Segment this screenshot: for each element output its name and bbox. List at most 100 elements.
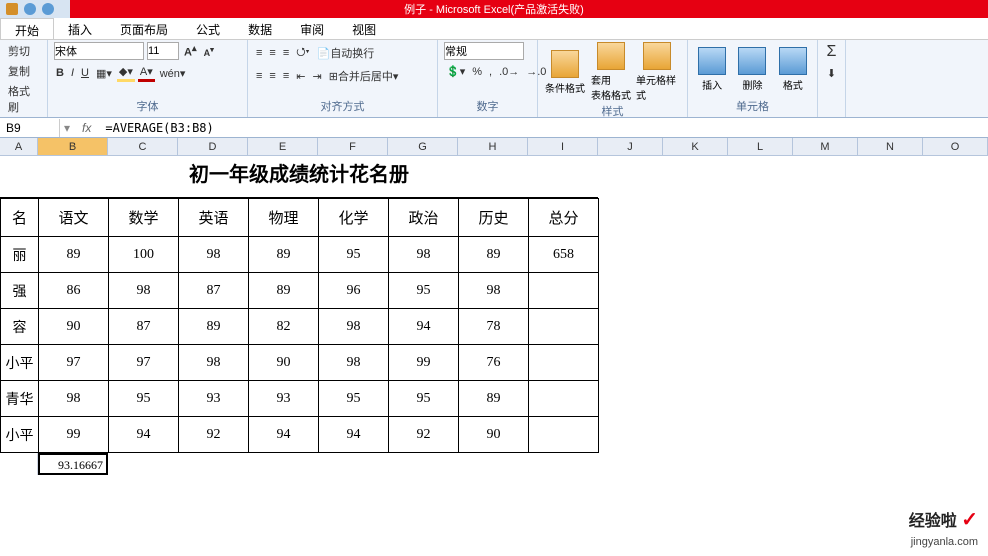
format-painter-button[interactable]: 格式刷 xyxy=(6,82,41,116)
copy-button[interactable]: 复制 xyxy=(6,62,32,80)
align-middle-icon[interactable]: ≡ xyxy=(267,46,277,60)
col-header-N[interactable]: N xyxy=(858,138,923,155)
group-cells-label: 单元格 xyxy=(694,97,811,115)
indent-dec-icon[interactable]: ⇤ xyxy=(294,69,307,84)
align-top-icon[interactable]: ≡ xyxy=(254,46,264,60)
border-icon[interactable]: ▦▾ xyxy=(94,66,114,81)
table-row: 小平97979890989976 xyxy=(1,345,599,381)
th-name[interactable]: 名 xyxy=(1,199,39,237)
cut-button[interactable]: 剪切 xyxy=(6,42,32,60)
tab-data[interactable]: 数据 xyxy=(234,18,286,39)
watermark: 经验啦 ✓ jingyanla.com xyxy=(909,507,978,550)
italic-button[interactable]: I xyxy=(69,66,76,80)
th-history[interactable]: 历史 xyxy=(459,199,529,237)
col-header-F[interactable]: F xyxy=(318,138,388,155)
col-header-B[interactable]: B xyxy=(38,138,108,155)
font-size-select[interactable] xyxy=(147,42,179,60)
delete-cells-button[interactable]: 删除 xyxy=(734,47,770,92)
col-header-E[interactable]: E xyxy=(248,138,318,155)
undo-icon[interactable] xyxy=(24,3,36,15)
col-header-H[interactable]: H xyxy=(458,138,528,155)
check-icon: ✓ xyxy=(961,509,978,531)
wrap-text-button[interactable]: 📄自动换行 xyxy=(315,44,377,62)
group-styles-label: 样式 xyxy=(544,102,681,120)
formula-bar: B9 ▾ fx =AVERAGE(B3:B8) xyxy=(0,118,988,138)
tab-review[interactable]: 审阅 xyxy=(286,18,338,39)
orientation-icon[interactable]: ⭯▾ xyxy=(294,42,311,63)
align-center-icon[interactable]: ≡ xyxy=(267,69,277,83)
font-family-select[interactable] xyxy=(54,42,144,60)
redo-icon[interactable] xyxy=(42,3,54,15)
data-table: 名 语文 数学 英语 物理 化学 政治 历史 总分 丽8910098899598… xyxy=(0,198,599,453)
worksheet: A B C D E F G H I J K L M N O 初一年级成绩统计花名… xyxy=(0,138,988,475)
bold-button[interactable]: B xyxy=(54,66,66,80)
merge-center-button[interactable]: ⊞合并后居中▾ xyxy=(327,67,401,85)
ribbon-tabs: 开始 插入 页面布局 公式 数据 审阅 视图 xyxy=(0,18,988,40)
dropdown-icon[interactable]: ▾ xyxy=(60,121,74,135)
group-font-label: 字体 xyxy=(54,97,241,115)
col-header-J[interactable]: J xyxy=(598,138,663,155)
table-row: 小平99949294949290 xyxy=(1,417,599,453)
col-header-G[interactable]: G xyxy=(388,138,458,155)
tab-formula[interactable]: 公式 xyxy=(182,18,234,39)
window-title: 例子 - Microsoft Excel(产品激活失败) xyxy=(404,1,584,17)
tab-layout[interactable]: 页面布局 xyxy=(106,18,182,39)
th-math[interactable]: 数学 xyxy=(109,199,179,237)
grow-font-icon[interactable]: A▴ xyxy=(182,42,199,60)
group-align-label: 对齐方式 xyxy=(254,97,431,115)
cell-styles-button[interactable]: 单元格样式 xyxy=(636,42,678,102)
align-left-icon[interactable]: ≡ xyxy=(254,69,264,83)
name-box[interactable]: B9 xyxy=(0,119,60,137)
fx-icon[interactable]: fx xyxy=(74,121,99,135)
th-politics[interactable]: 政治 xyxy=(389,199,459,237)
number-format-select[interactable] xyxy=(444,42,524,60)
fill-icon[interactable]: ⬇ xyxy=(825,66,838,81)
align-bottom-icon[interactable]: ≡ xyxy=(281,46,291,60)
quick-access-toolbar xyxy=(0,0,70,18)
th-english[interactable]: 英语 xyxy=(179,199,249,237)
table-row: 容90878982989478 xyxy=(1,309,599,345)
th-total[interactable]: 总分 xyxy=(529,199,599,237)
autosum-icon[interactable]: Σ xyxy=(825,42,839,62)
indent-inc-icon[interactable]: ⇥ xyxy=(310,69,323,84)
font-color-icon[interactable]: A▾ xyxy=(138,64,155,82)
col-header-L[interactable]: L xyxy=(728,138,793,155)
align-right-icon[interactable]: ≡ xyxy=(281,69,291,83)
ribbon: 剪切 复制 格式刷 A▴ A▾ B I U ▦▾ ◆▾ A▾ wén▾ 字体 xyxy=(0,40,988,118)
format-table-button[interactable]: 套用 表格格式 xyxy=(590,42,632,102)
col-header-C[interactable]: C xyxy=(108,138,178,155)
conditional-format-button[interactable]: 条件格式 xyxy=(544,50,586,95)
percent-icon[interactable]: % xyxy=(470,65,484,79)
table-row: 青华98959393959589 xyxy=(1,381,599,417)
insert-cells-button[interactable]: 插入 xyxy=(694,47,730,92)
comma-icon[interactable]: , xyxy=(487,65,494,79)
column-headers: A B C D E F G H I J K L M N O xyxy=(0,138,988,156)
underline-button[interactable]: U xyxy=(79,66,91,80)
col-header-M[interactable]: M xyxy=(793,138,858,155)
format-cells-button[interactable]: 格式 xyxy=(775,47,811,92)
formula-input[interactable]: =AVERAGE(B3:B8) xyxy=(99,119,988,137)
increase-decimal-icon[interactable]: .0→ xyxy=(497,65,521,79)
col-header-D[interactable]: D xyxy=(178,138,248,155)
tab-view[interactable]: 视图 xyxy=(338,18,390,39)
phonetic-icon[interactable]: wén▾ xyxy=(158,66,188,81)
table-row: 丽891009889959889658 xyxy=(1,237,599,273)
currency-icon[interactable]: 💲▾ xyxy=(444,64,467,79)
col-header-K[interactable]: K xyxy=(663,138,728,155)
col-header-I[interactable]: I xyxy=(528,138,598,155)
th-physics[interactable]: 物理 xyxy=(249,199,319,237)
shrink-font-icon[interactable]: A▾ xyxy=(202,44,216,59)
col-header-A[interactable]: A xyxy=(0,138,38,155)
fill-color-icon[interactable]: ◆▾ xyxy=(117,64,135,82)
col-header-O[interactable]: O xyxy=(923,138,988,155)
table-row: 强86988789969598 xyxy=(1,273,599,309)
save-icon[interactable] xyxy=(6,3,18,15)
title-bar: 例子 - Microsoft Excel(产品激活失败) xyxy=(0,0,988,18)
tab-home[interactable]: 开始 xyxy=(0,18,54,39)
tab-insert[interactable]: 插入 xyxy=(54,18,106,39)
active-cell[interactable]: 93.16667 xyxy=(38,453,108,475)
th-chinese[interactable]: 语文 xyxy=(39,199,109,237)
group-number-label: 数字 xyxy=(444,97,531,115)
th-chemistry[interactable]: 化学 xyxy=(319,199,389,237)
sheet-title[interactable]: 初一年级成绩统计花名册 xyxy=(0,156,598,198)
